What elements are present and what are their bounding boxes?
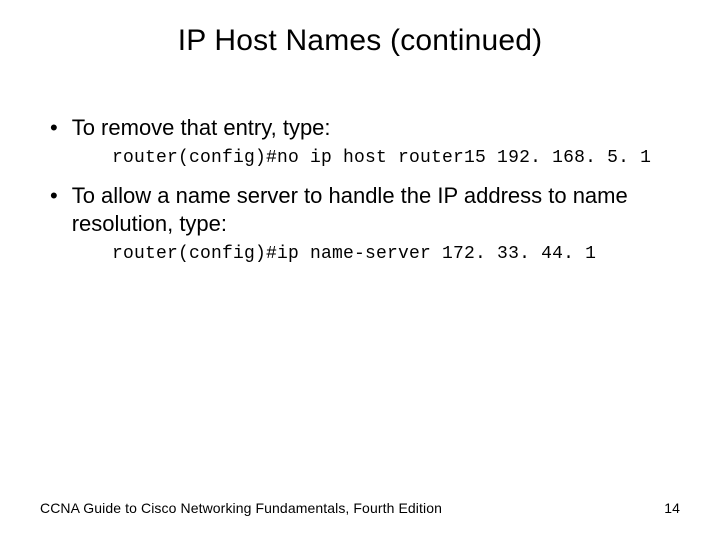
slide: IP Host Names (continued) • To remove th…: [0, 0, 720, 540]
bullet-dot-icon: •: [50, 114, 58, 142]
bullet-list: • To remove that entry, type: router(con…: [50, 114, 680, 264]
list-item: • To remove that entry, type: router(con…: [50, 114, 680, 168]
bullet-row: • To allow a name server to handle the I…: [50, 182, 680, 238]
list-item: • To allow a name server to handle the I…: [50, 182, 680, 264]
page-number: 14: [664, 500, 680, 516]
code-snippet: router(config)#ip name-server 172. 33. 4…: [112, 244, 680, 264]
slide-title: IP Host Names (continued): [40, 24, 680, 58]
bullet-text: To remove that entry, type:: [72, 114, 331, 142]
bullet-text: To allow a name server to handle the IP …: [72, 182, 680, 238]
code-snippet: router(config)#no ip host router15 192. …: [112, 148, 680, 168]
slide-content: • To remove that entry, type: router(con…: [40, 114, 680, 264]
bullet-dot-icon: •: [50, 182, 58, 210]
footer-source: CCNA Guide to Cisco Networking Fundament…: [40, 500, 442, 516]
slide-footer: CCNA Guide to Cisco Networking Fundament…: [40, 500, 680, 516]
bullet-row: • To remove that entry, type:: [50, 114, 680, 142]
